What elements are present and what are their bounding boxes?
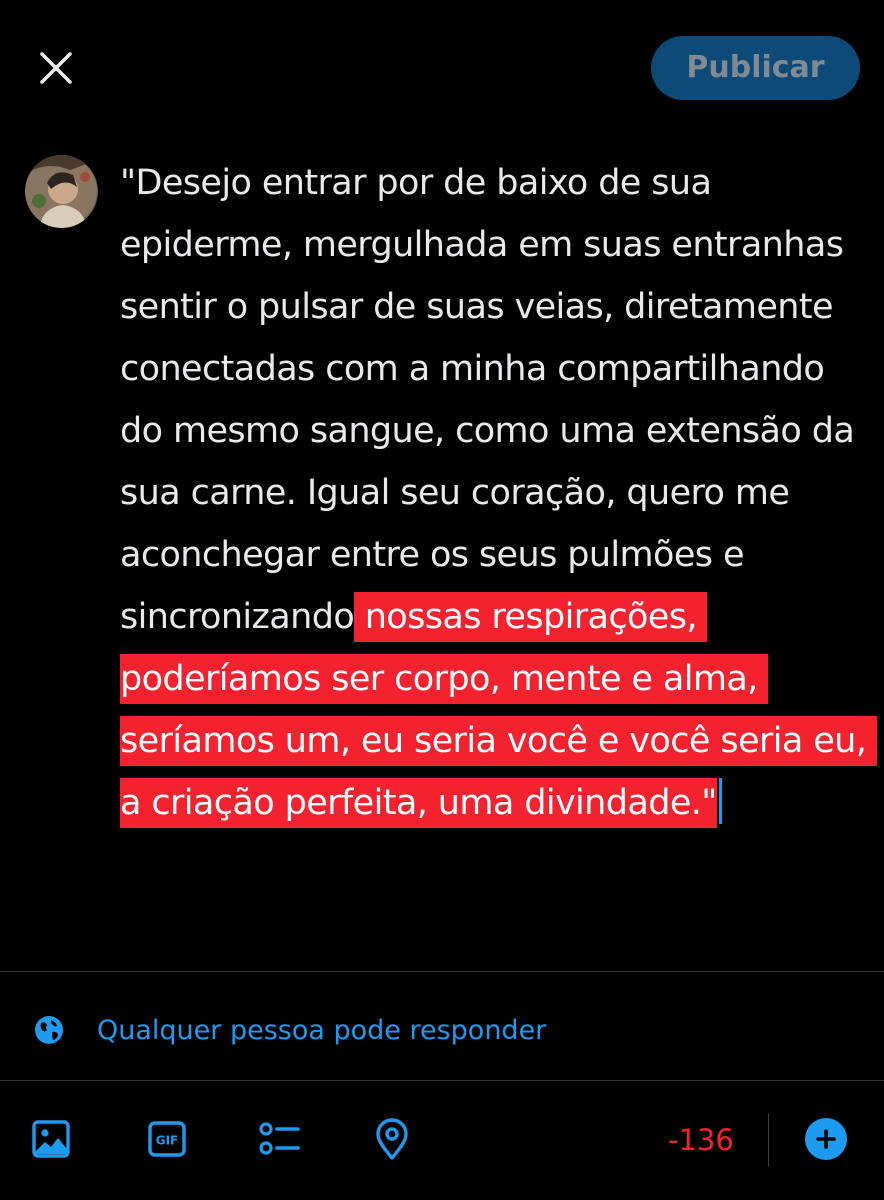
add-thread-button[interactable] — [805, 1118, 847, 1160]
tweet-text-within-limit: "Desejo entrar por de baixo de sua epide… — [120, 163, 865, 637]
text-cursor — [718, 778, 722, 824]
compose-screen: Publicar "Desejo entrar por de baixo de … — [0, 0, 884, 1200]
reply-setting-label: Qualquer pessoa pode responder — [97, 1014, 547, 1046]
user-avatar-icon — [25, 155, 98, 228]
close-button[interactable] — [34, 46, 78, 90]
close-icon — [40, 52, 72, 84]
add-gif-button[interactable]: GIF — [144, 1116, 190, 1162]
reply-setting-button[interactable]: Qualquer pessoa pode responder — [32, 1008, 546, 1052]
gif-icon: GIF — [148, 1121, 186, 1157]
location-icon — [376, 1118, 408, 1160]
image-icon — [32, 1120, 70, 1158]
character-count: -136 — [668, 1123, 734, 1157]
globe-icon — [35, 1016, 63, 1044]
add-image-button[interactable] — [28, 1116, 74, 1162]
gif-label: GIF — [156, 1134, 179, 1148]
divider — [0, 1080, 884, 1081]
poll-icon — [259, 1122, 300, 1155]
add-location-button[interactable] — [369, 1116, 415, 1162]
add-poll-button[interactable] — [256, 1116, 302, 1162]
tweet-text-input[interactable]: "Desejo entrar por de baixo de sua epide… — [120, 152, 877, 834]
avatar[interactable] — [25, 155, 98, 228]
publish-button[interactable]: Publicar — [651, 36, 860, 100]
toolbar-separator — [768, 1114, 769, 1166]
divider — [0, 971, 884, 972]
plus-icon — [816, 1129, 836, 1149]
